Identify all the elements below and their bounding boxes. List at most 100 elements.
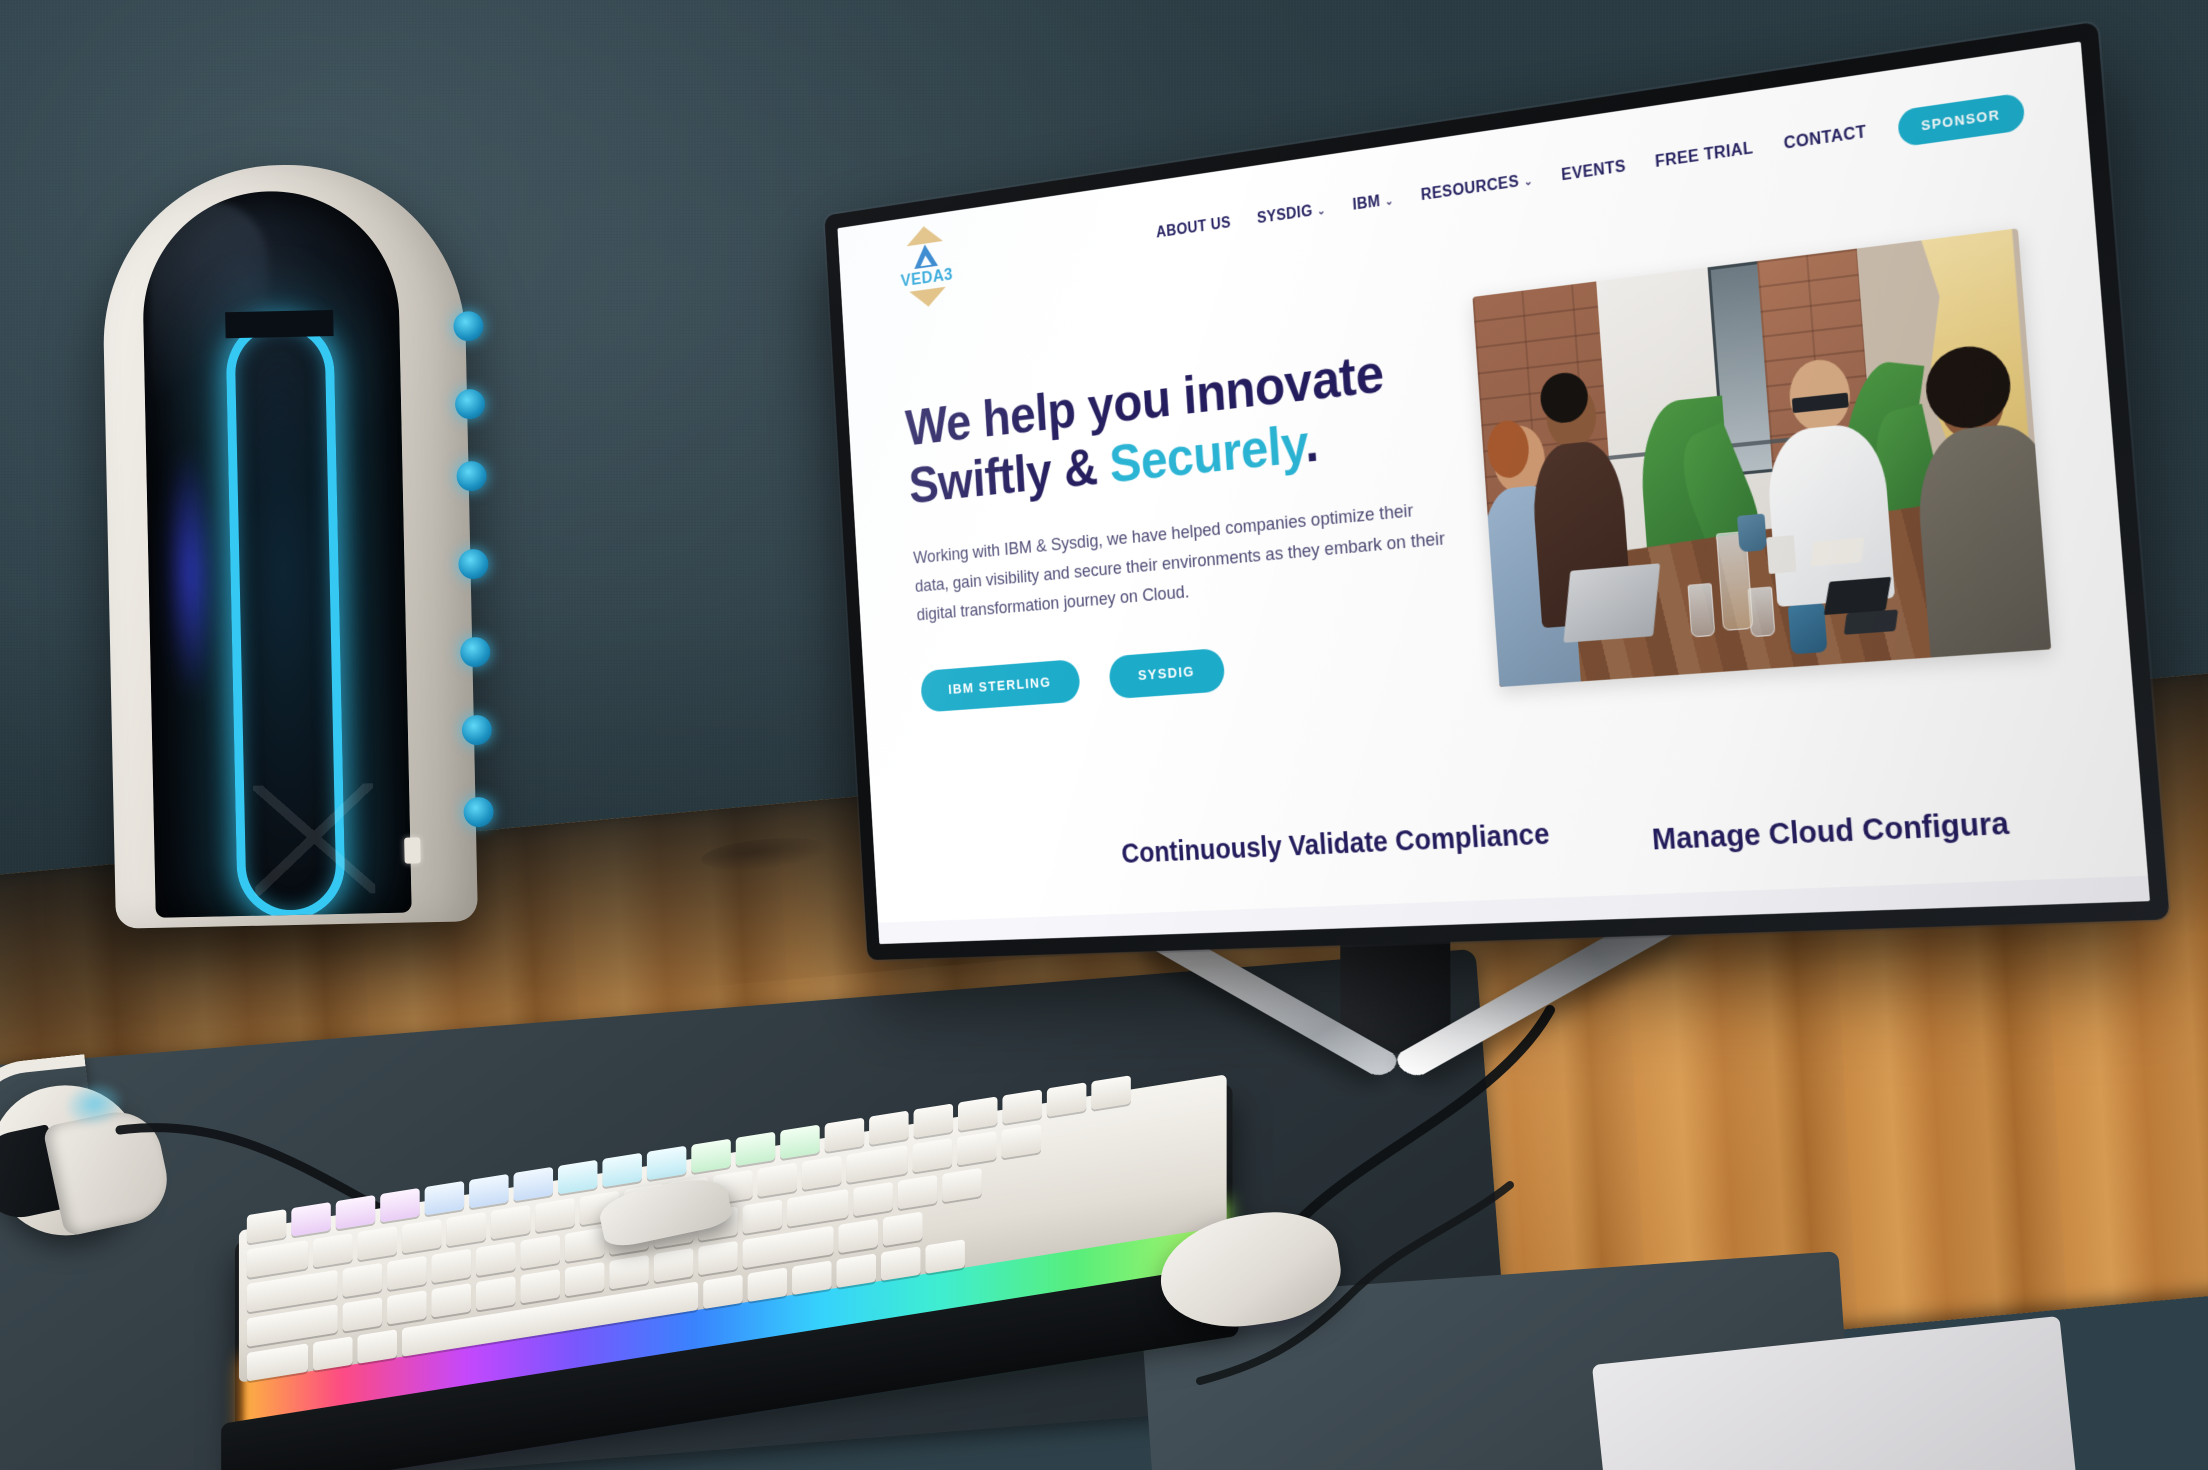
key[interactable] (475, 1275, 516, 1311)
key[interactable] (401, 1218, 442, 1254)
key[interactable] (246, 1209, 287, 1244)
chevron-down-icon: ⌄ (1384, 194, 1394, 208)
nav-item-contact[interactable]: CONTACT (1783, 124, 1867, 154)
key[interactable] (1001, 1123, 1041, 1159)
nav-item-ibm[interactable]: IBM ⌄ (1352, 191, 1394, 214)
nav-label: EVENTS (1560, 157, 1627, 185)
key[interactable] (653, 1247, 694, 1283)
nav-label: ABOUT US (1155, 214, 1232, 242)
key[interactable] (602, 1152, 642, 1188)
key[interactable] (357, 1225, 397, 1261)
monitor-screen: VEDA3 ABOUT US SYSDIG ⌄ IBM ⌄ RESOURCES … (837, 41, 2150, 945)
vent-light (454, 388, 486, 420)
nav-item-resources[interactable]: RESOURCES ⌄ (1420, 171, 1533, 205)
key[interactable] (535, 1197, 575, 1233)
key[interactable] (380, 1187, 420, 1223)
key[interactable] (335, 1194, 376, 1230)
site-logo[interactable]: VEDA3 (888, 221, 966, 312)
key[interactable] (313, 1232, 353, 1268)
ibm-sterling-button[interactable]: IBM STERLING (920, 658, 1081, 713)
key[interactable] (387, 1290, 427, 1325)
photo-bottle (1716, 531, 1754, 631)
key[interactable] (787, 1188, 849, 1227)
key[interactable] (913, 1103, 954, 1139)
key[interactable] (846, 1145, 908, 1184)
nav-item-about-us[interactable]: ABOUT US (1156, 215, 1232, 243)
photo-person-glasses (1792, 392, 1849, 413)
key[interactable] (557, 1159, 598, 1195)
vent-light (463, 796, 494, 828)
photo-tablet (1823, 576, 1892, 616)
hero-meeting-photo (1472, 228, 2052, 688)
key[interactable] (691, 1138, 731, 1174)
key[interactable] (469, 1173, 509, 1209)
key[interactable] (1091, 1075, 1131, 1110)
key[interactable] (824, 1117, 865, 1153)
photo-person-body (1529, 438, 1633, 629)
desk-scene-photograph: VEDA3 ABOUT US SYSDIG ⌄ IBM ⌄ RESOURCES … (0, 0, 2208, 1470)
key[interactable] (757, 1162, 797, 1198)
logo-triangle-icon (912, 242, 938, 270)
key[interactable] (853, 1181, 893, 1217)
nav-item-free-trial[interactable]: FREE TRIAL (1655, 140, 1754, 172)
key[interactable] (431, 1248, 472, 1284)
key[interactable] (742, 1199, 783, 1234)
key[interactable] (957, 1096, 998, 1131)
webpage: VEDA3 ABOUT US SYSDIG ⌄ IBM ⌄ RESOURCES … (837, 41, 2150, 945)
key[interactable] (869, 1110, 909, 1146)
photo-person-head (1545, 382, 1598, 451)
photo-person-hair (1539, 370, 1590, 425)
key[interactable] (387, 1255, 427, 1291)
key[interactable] (882, 1211, 923, 1247)
key[interactable] (490, 1204, 531, 1240)
key[interactable] (957, 1130, 997, 1166)
key[interactable] (424, 1180, 465, 1216)
feature-card-title-cloud-config[interactable]: Manage Cloud Configura (1651, 807, 2010, 858)
key[interactable] (897, 1174, 938, 1210)
key[interactable] (735, 1131, 776, 1167)
key[interactable] (291, 1201, 331, 1237)
power-button[interactable] (404, 837, 421, 864)
sponsor-button[interactable]: SPONSOR (1896, 91, 2026, 147)
hero-paragraph: Working with IBM & Sysdig, we have helpe… (912, 500, 1446, 626)
nav-label: SYSDIG (1256, 202, 1314, 228)
key[interactable] (520, 1234, 560, 1270)
nav-label: RESOURCES (1420, 173, 1520, 205)
photo-phone (1843, 609, 1898, 635)
photo-wooden-table (1489, 489, 2051, 687)
key[interactable] (446, 1211, 486, 1247)
key[interactable] (1046, 1082, 1087, 1117)
key[interactable] (475, 1241, 516, 1277)
key[interactable] (564, 1261, 605, 1297)
key[interactable] (1002, 1089, 1042, 1124)
sysdig-button[interactable]: SYSDIG (1108, 647, 1226, 700)
photo-person-head (1787, 357, 1853, 435)
key[interactable] (246, 1239, 309, 1279)
key[interactable] (609, 1254, 649, 1290)
photo-person-body (1913, 419, 2052, 661)
photo-brick-wall (1472, 280, 1635, 688)
key[interactable] (431, 1283, 472, 1318)
hero-image-column (1459, 162, 2138, 786)
key[interactable] (838, 1218, 878, 1254)
key[interactable] (564, 1227, 605, 1263)
photo-white-wall (1595, 258, 1809, 679)
photo-mug (1787, 602, 1828, 655)
feature-card-title-partial[interactable]: es (837, 845, 852, 876)
key[interactable] (780, 1124, 820, 1160)
key[interactable] (801, 1155, 842, 1191)
key[interactable] (942, 1167, 982, 1203)
key[interactable] (342, 1297, 383, 1332)
feature-card-title-compliance[interactable]: Continuously Validate Compliance (1121, 818, 1551, 870)
nav-item-sysdig[interactable]: SYSDIG ⌄ (1256, 201, 1326, 228)
key[interactable] (513, 1166, 554, 1202)
nav-item-events[interactable]: EVENTS (1561, 158, 1627, 185)
key[interactable] (342, 1262, 383, 1298)
key[interactable] (646, 1145, 687, 1181)
key[interactable] (698, 1240, 738, 1276)
photo-person (1764, 354, 1896, 608)
chevron-down-icon: ⌄ (1523, 174, 1534, 189)
logo-diamond-bottom-icon (909, 286, 947, 310)
key[interactable] (912, 1138, 953, 1173)
key[interactable] (520, 1268, 560, 1304)
